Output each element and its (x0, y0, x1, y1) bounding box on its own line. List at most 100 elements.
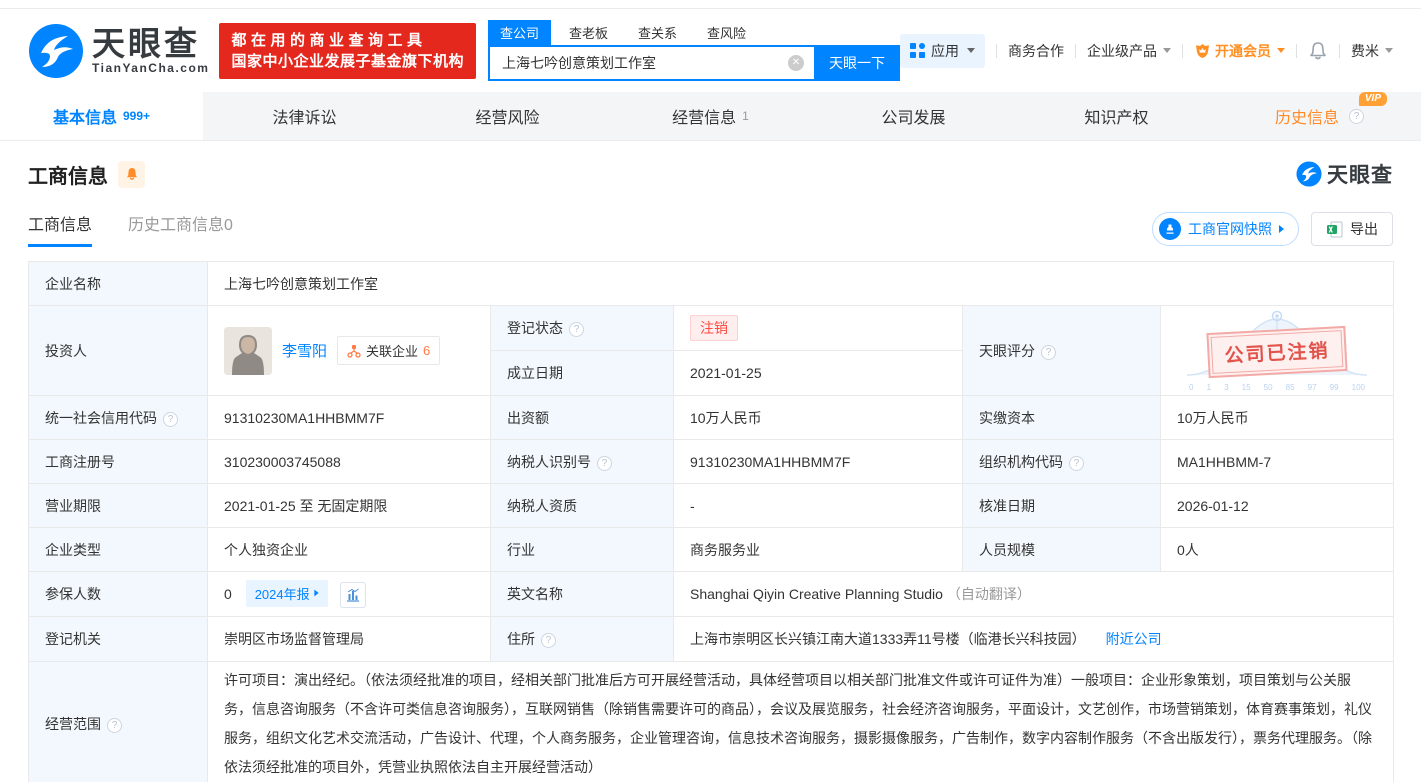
score-cell: 01 315 5085 9799 100 公司已注销 (1161, 306, 1394, 396)
tab-label: 经营信息 (672, 104, 736, 128)
capital-label: 出资额 (491, 396, 674, 440)
taxpayer-id-label: 纳税人识别号 (491, 440, 674, 484)
annual-report-badge[interactable]: 2024年报 (246, 580, 328, 607)
cooperation-label: 商务合作 (1008, 41, 1064, 61)
subtab-business-info[interactable]: 工商信息 (28, 211, 92, 247)
company-type-label: 企业类型 (29, 528, 208, 572)
export-button[interactable]: 导出 (1311, 212, 1393, 246)
help-icon[interactable] (1069, 456, 1084, 471)
chevron-down-icon (1277, 48, 1285, 53)
top-strip (0, 0, 1421, 9)
top-menu: 应用 商务合作 企业级产品 开通会员 费米 (900, 34, 1393, 68)
related-count: 6 (423, 343, 430, 358)
promo-banner: 都在用的商业查询工具 国家中小企业发展子基金旗下机构 (219, 23, 476, 79)
tab-company-development[interactable]: 公司发展 (812, 92, 1015, 140)
subtab-history-business-info[interactable]: 历史工商信息0 (128, 211, 233, 247)
bar-chart-icon (346, 588, 360, 602)
industry-label: 行业 (491, 528, 674, 572)
org-code-value: MA1HHBMM-7 (1161, 440, 1394, 484)
menu-divider (996, 44, 997, 58)
vip-badge: VIP (1359, 92, 1387, 106)
related-companies-badge[interactable]: 关联企业 6 (337, 336, 440, 365)
tab-operation-risk[interactable]: 经营风险 (406, 92, 609, 140)
related-label: 关联企业 (366, 341, 418, 360)
paid-capital-label: 实缴资本 (963, 396, 1161, 440)
business-scope-value: 许可项目：演出经纪。（依法须经批准的项目，经相关部门批准后方可开展经营活动，具体… (208, 662, 1394, 782)
tab-legal[interactable]: 法律诉讼 (203, 92, 406, 140)
company-type-value: 个人独资企业 (208, 528, 491, 572)
help-icon[interactable] (569, 322, 584, 337)
main-content: 工商信息 天眼查 工商信息 历史工商信息0 工商官网快照 (0, 141, 1421, 782)
company-name-label: 企业名称 (29, 262, 208, 306)
brand-name: 天眼查 (92, 27, 209, 61)
taxpayer-qualification-label: 纳税人资质 (491, 484, 674, 528)
business-info-table: 企业名称 上海七吟创意策划工作室 投资人 李雪阳 (28, 261, 1394, 782)
tianyancha-eye-icon (1296, 161, 1322, 187)
score-label: 天眼评分 (963, 306, 1161, 396)
help-icon[interactable] (107, 718, 122, 733)
menu-cooperation[interactable]: 商务合作 (1008, 41, 1064, 61)
crown-icon (1194, 43, 1211, 59)
search-button[interactable]: 天眼一下 (814, 45, 900, 81)
tab-label: 公司发展 (881, 104, 945, 128)
search-tab-boss[interactable]: 查老板 (557, 20, 620, 45)
site-logo[interactable]: 天眼查 TianYanCha.com (28, 23, 209, 79)
approval-date-label: 核准日期 (963, 484, 1161, 528)
watermark-logo: 天眼查 (1296, 159, 1393, 189)
clear-search-icon[interactable] (788, 55, 804, 71)
tab-history-info[interactable]: VIP 历史信息 (1218, 92, 1421, 140)
tab-intellectual-property[interactable]: 知识产权 (1015, 92, 1218, 140)
help-icon[interactable] (1041, 345, 1056, 360)
export-label: 导出 (1350, 219, 1378, 239)
help-icon[interactable] (1349, 109, 1364, 124)
status-badge: 注销 (690, 315, 738, 341)
business-term-label: 营业期限 (29, 484, 208, 528)
user-menu[interactable]: 费米 (1351, 41, 1393, 61)
tab-label: 法律诉讼 (272, 104, 336, 128)
chevron-down-icon (967, 48, 975, 53)
investor-name-link[interactable]: 李雪阳 (282, 340, 327, 361)
subscribe-bell-button[interactable] (118, 161, 145, 188)
top-header: 天眼查 TianYanCha.com 都在用的商业查询工具 国家中小企业发展子基… (0, 9, 1421, 92)
tab-label: 基本信息 (53, 104, 117, 128)
help-icon[interactable] (541, 633, 556, 648)
apps-grid-icon (910, 43, 925, 58)
investor-label: 投资人 (29, 306, 208, 396)
help-icon[interactable] (163, 412, 178, 427)
menu-divider (1339, 44, 1340, 58)
english-name-cell: Shanghai Qiyin Creative Planning Studio … (674, 572, 1394, 617)
auto-translate-note: （自动翻译） (947, 586, 1031, 602)
apps-label: 应用 (931, 41, 959, 61)
search-tab-company[interactable]: 查公司 (488, 20, 551, 45)
reg-number-label: 工商注册号 (29, 440, 208, 484)
arrow-right-icon (314, 590, 318, 597)
business-scope-label: 经营范围 (29, 662, 208, 782)
establish-date-label: 成立日期 (491, 351, 674, 396)
registration-authority-label: 登记机关 (29, 617, 208, 662)
capital-value: 10万人民币 (674, 396, 963, 440)
official-snapshot-button[interactable]: 工商官网快照 (1152, 212, 1299, 246)
tab-basic-info[interactable]: 基本信息 999+ (0, 92, 203, 140)
search-input[interactable] (488, 45, 814, 81)
paid-capital-value: 10万人民币 (1161, 396, 1394, 440)
menu-open-vip[interactable]: 开通会员 (1194, 41, 1285, 61)
chevron-down-icon (1163, 48, 1171, 53)
investor-avatar[interactable] (224, 327, 272, 375)
insured-chart-button[interactable] (340, 582, 366, 608)
english-name-value: Shanghai Qiyin Creative Planning Studio (690, 586, 943, 602)
apps-menu[interactable]: 应用 (900, 34, 985, 68)
reg-status-label: 登记状态 (491, 306, 674, 351)
insured-label: 参保人数 (29, 572, 208, 617)
section-title: 工商信息 (28, 160, 108, 189)
english-name-label: 英文名称 (491, 572, 674, 617)
industry-value: 商务服务业 (674, 528, 963, 572)
help-icon[interactable] (597, 456, 612, 471)
search-tab-relation[interactable]: 查关系 (626, 20, 689, 45)
search-tab-risk[interactable]: 查风险 (695, 20, 758, 45)
company-name-value: 上海七吟创意策划工作室 (208, 262, 1394, 306)
menu-enterprise[interactable]: 企业级产品 (1087, 41, 1171, 61)
brand-domain: TianYanCha.com (92, 61, 209, 75)
nearby-companies-link[interactable]: 附近公司 (1106, 631, 1162, 647)
notification-bell-icon[interactable] (1308, 41, 1328, 61)
tab-business-info[interactable]: 经营信息 1 (609, 92, 812, 140)
